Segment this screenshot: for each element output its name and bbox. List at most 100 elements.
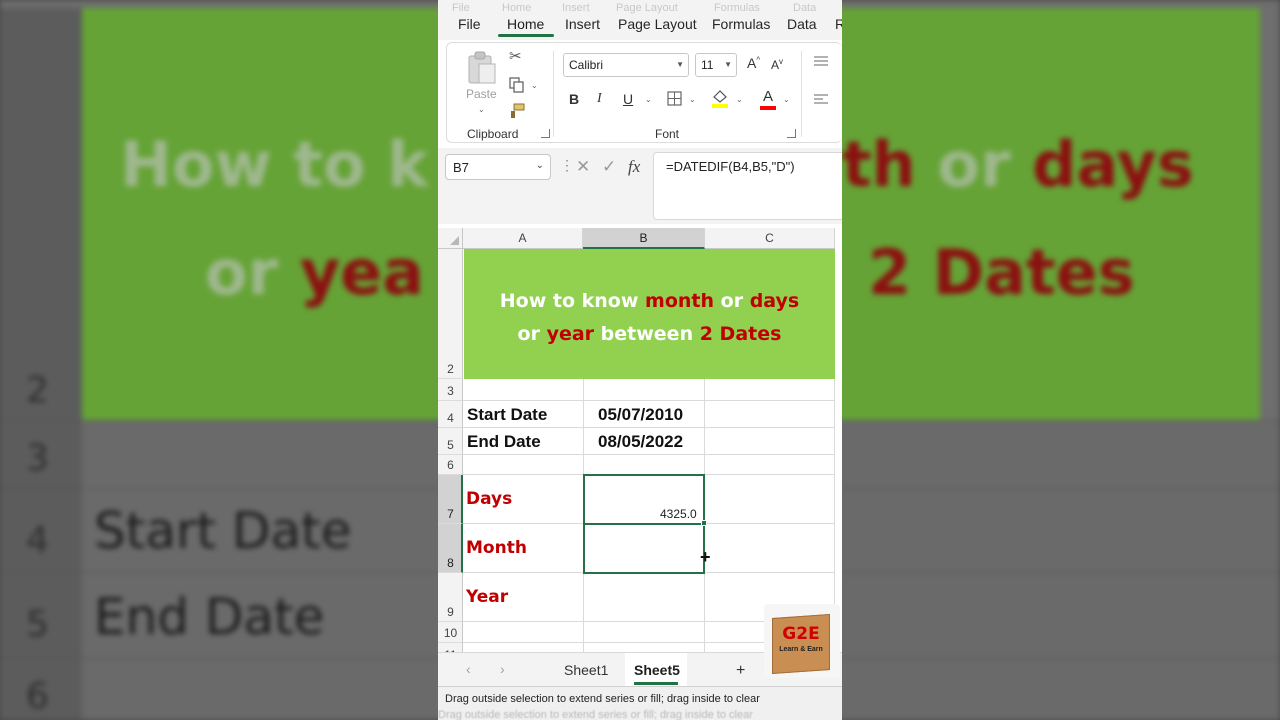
bg-row-number: 3	[26, 438, 49, 479]
cell-b4[interactable]: 05/07/2010	[598, 405, 683, 425]
format-painter-icon[interactable]	[509, 103, 525, 119]
fill-handle[interactable]	[701, 520, 707, 526]
row-header-3[interactable]: 3	[438, 379, 463, 401]
increase-font-size-icon[interactable]: A^	[747, 55, 760, 71]
row-header-7[interactable]: 7	[438, 475, 463, 524]
font-dialog-launcher-icon[interactable]	[787, 129, 796, 138]
cell-b5[interactable]: 08/05/2022	[598, 432, 683, 452]
bg-title-right-2: 2 Dates	[868, 236, 1135, 309]
cell-a5[interactable]: End Date	[467, 432, 541, 452]
font-name-value: Calibri	[569, 58, 604, 72]
ghost-tab: Page Layout	[616, 2, 678, 14]
font-size-value: 11	[701, 58, 714, 72]
bg-row-number: 5	[26, 604, 49, 645]
bg-row-number: 4	[26, 520, 49, 561]
sheet-tab-sheet5[interactable]: Sheet5	[634, 662, 680, 678]
name-box[interactable]: B7 ⌄	[445, 154, 551, 180]
font-color-icon[interactable]: A	[759, 88, 777, 110]
add-sheet-button[interactable]: +	[736, 662, 745, 680]
logo-cube	[772, 613, 830, 675]
previous-sheet-icon[interactable]: ‹	[466, 661, 471, 677]
cell-a8[interactable]: Month	[466, 538, 527, 558]
paste-icon[interactable]	[467, 51, 497, 85]
column-header-b[interactable]: B	[583, 228, 705, 249]
chevron-down-icon: ▼	[676, 60, 684, 69]
fill-color-dropdown-icon[interactable]: ⌄	[736, 95, 743, 104]
cancel-formula-icon[interactable]: ✕	[576, 157, 590, 177]
select-all-button[interactable]	[438, 228, 463, 249]
font-name-dropdown[interactable]: Calibri ▼	[563, 53, 689, 77]
font-group-label: Font	[655, 127, 680, 141]
row-header-8[interactable]: 8	[438, 524, 463, 573]
row-header-10[interactable]: 10	[438, 622, 463, 643]
crosshair-cursor-icon: +	[700, 547, 711, 567]
tab-review[interactable]: R	[835, 16, 842, 32]
bg-start-date-label: Start Date	[94, 502, 352, 560]
tab-formulas[interactable]: Formulas	[712, 16, 770, 32]
more-options-icon[interactable]: ⋮	[560, 157, 574, 174]
g2e-logo: G2E Learn & Earn	[764, 604, 840, 678]
chevron-down-icon: ⌄	[535, 160, 544, 171]
ghost-tab: Formulas	[714, 2, 760, 14]
borders-dropdown-icon[interactable]: ⌄	[689, 95, 696, 104]
row-header-5[interactable]: 5	[438, 428, 463, 455]
sheet-tab-sheet1[interactable]: Sheet1	[564, 662, 608, 678]
tab-data[interactable]: Data	[787, 16, 817, 32]
cell-a9[interactable]: Year	[466, 587, 508, 607]
ghost-tab: File	[452, 2, 470, 14]
row-header-6[interactable]: 6	[438, 455, 463, 475]
ribbon: Paste ⌄ ✂ ⌄ Clipboard Calibri ▼ 11 ▼ A^ …	[446, 42, 842, 143]
font-color-dropdown-icon[interactable]: ⌄	[783, 95, 790, 104]
tab-file[interactable]: File	[458, 16, 481, 32]
active-sheet-indicator	[634, 682, 678, 685]
column-header-c[interactable]: C	[705, 228, 835, 249]
selection-divider	[583, 523, 705, 525]
font-size-dropdown[interactable]: 11 ▼	[695, 53, 737, 77]
title-banner[interactable]: How to know month or days or year betwee…	[464, 249, 835, 379]
insert-function-icon[interactable]: fx	[628, 157, 640, 177]
bg-row-number: 6	[26, 676, 49, 717]
formula-bar: B7 ⌄ ⋮ ✕ ✓ fx =DATEDIF(B4,B5,"D")	[438, 148, 842, 224]
formula-input[interactable]: =DATEDIF(B4,B5,"D")	[653, 152, 842, 220]
underline-dropdown-icon[interactable]: ⌄	[645, 95, 652, 104]
enter-formula-icon[interactable]: ✓	[602, 157, 616, 177]
active-tab-indicator	[498, 34, 554, 37]
ghost-tab: Home	[502, 2, 532, 14]
cell-a4[interactable]: Start Date	[467, 405, 547, 425]
ghost-tab: Data	[793, 2, 817, 14]
align-left-icon[interactable]	[813, 93, 829, 105]
row-header-4[interactable]: 4	[438, 401, 463, 428]
underline-button[interactable]: U	[623, 91, 633, 107]
cut-icon[interactable]: ✂	[509, 47, 522, 65]
bg-title-right-1: th or days	[842, 128, 1194, 201]
bg-end-date-label: End Date	[94, 588, 325, 646]
borders-icon[interactable]	[667, 91, 682, 106]
bold-button[interactable]: B	[569, 91, 579, 107]
bg-title-left-2: or yea	[205, 236, 425, 309]
tab-page-layout[interactable]: Page Layout	[618, 16, 697, 32]
paste-dropdown-icon[interactable]: ⌄	[478, 105, 485, 114]
tab-insert[interactable]: Insert	[565, 16, 600, 32]
fill-color-icon[interactable]	[711, 88, 729, 108]
tab-home[interactable]: Home	[507, 16, 544, 32]
align-top-icon[interactable]	[813, 55, 829, 67]
decrease-font-size-icon[interactable]: Av	[771, 57, 783, 72]
italic-button[interactable]: I	[597, 91, 602, 107]
chevron-down-icon: ▼	[724, 60, 732, 69]
status-bar: Drag outside selection to extend series …	[438, 686, 842, 720]
row-header-2[interactable]: 2	[438, 249, 463, 379]
column-header-a[interactable]: A	[463, 228, 583, 249]
clipboard-group-label: Clipboard	[467, 127, 519, 141]
ribbon-tab-bar: File Home Insert Page Layout Formulas Da…	[438, 0, 842, 40]
next-sheet-icon[interactable]: ›	[500, 661, 505, 677]
cell-a7[interactable]: Days	[466, 489, 512, 509]
bg-title-left-1: How to k	[120, 128, 429, 201]
paste-button-label[interactable]: Paste	[466, 87, 497, 101]
copy-icon[interactable]	[509, 77, 525, 93]
bg-row-number: 2	[26, 370, 49, 411]
clipboard-dialog-launcher-icon[interactable]	[541, 129, 550, 138]
logo-subtitle: Learn & Earn	[779, 646, 823, 653]
row-header-9[interactable]: 9	[438, 573, 463, 622]
copy-dropdown-icon[interactable]: ⌄	[531, 81, 538, 90]
worksheet-grid: A B C 2 3 4 5 6 7 8 9 10 11 How to know …	[438, 228, 842, 655]
